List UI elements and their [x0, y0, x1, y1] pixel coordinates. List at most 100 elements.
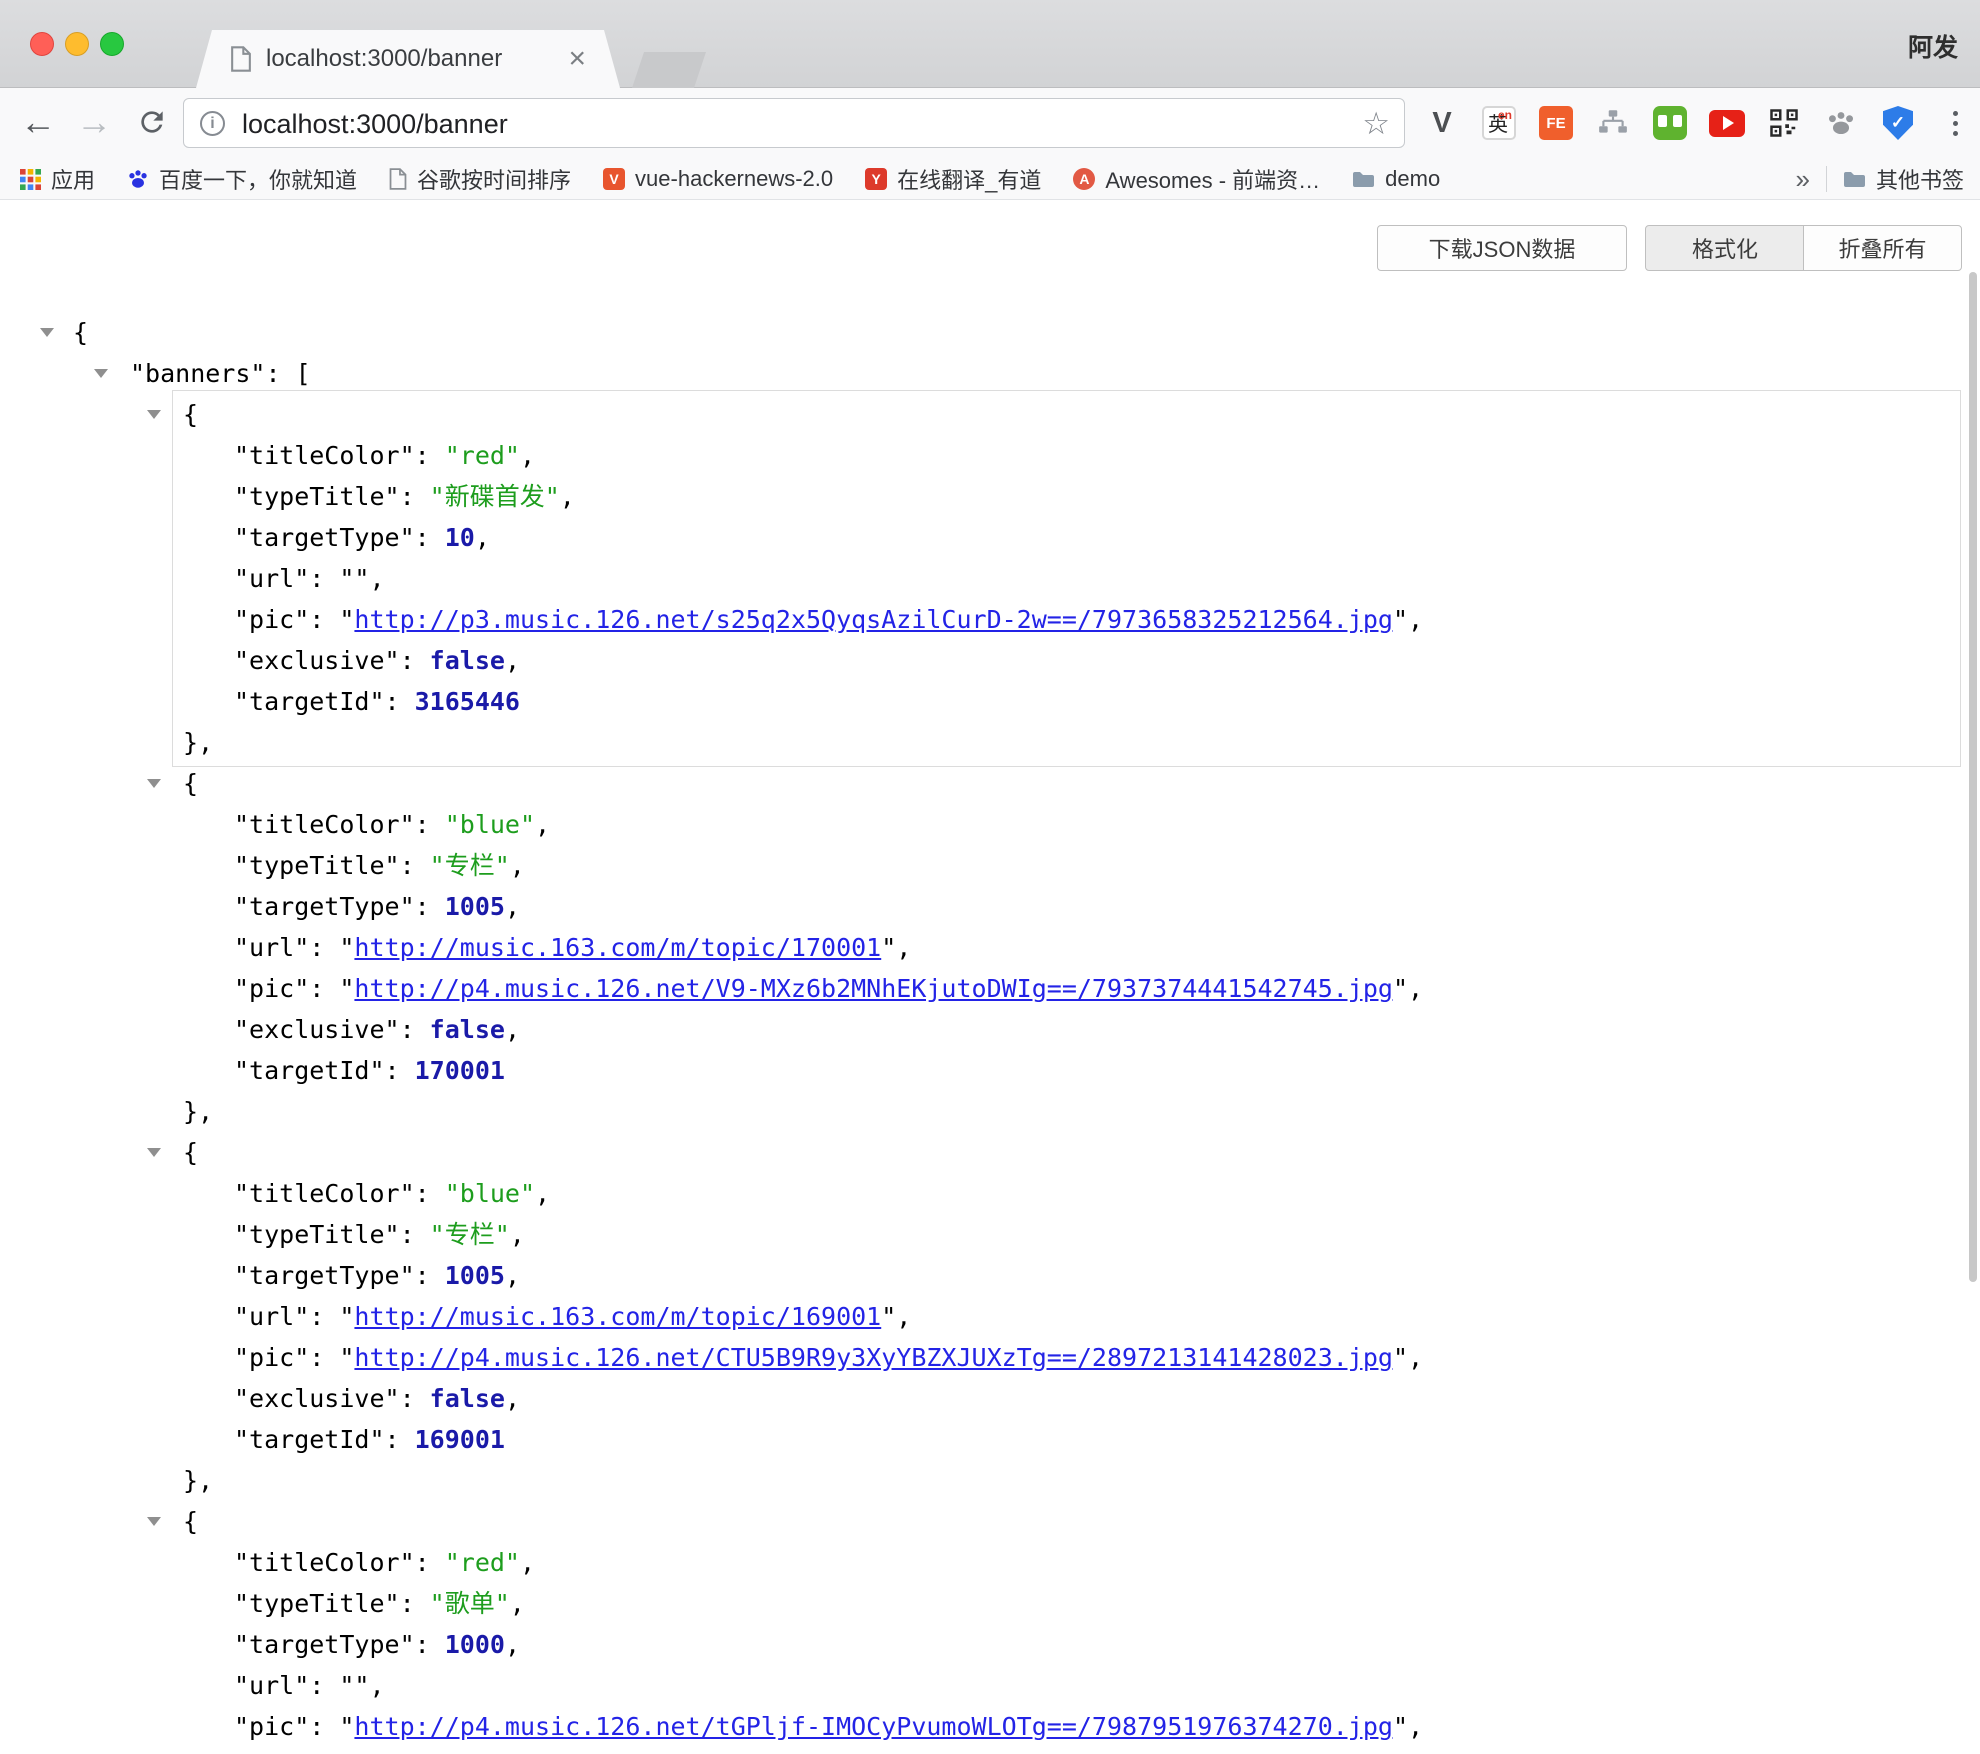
- bookmark-google-sort[interactable]: 谷歌按时间排序: [389, 163, 571, 195]
- json-text: "pic":: [234, 1712, 339, 1741]
- json-value: "blue": [445, 810, 535, 839]
- json-value: 3165446: [415, 687, 520, 716]
- kebab-menu-icon: [1953, 111, 1958, 136]
- json-text: },: [183, 728, 213, 757]
- json-text: "typeTitle":: [234, 1220, 430, 1249]
- json-link[interactable]: http://p4.music.126.net/V9-MXz6b2MNhEKju…: [354, 974, 1393, 1003]
- youtube-extension-icon[interactable]: [1709, 105, 1745, 141]
- json-tree: {"banners": [{"titleColor": "red","typeT…: [0, 312, 1980, 1754]
- bookmark-label: vue-hackernews-2.0: [635, 166, 833, 192]
- json-text: {: [183, 769, 198, 798]
- json-text: ,: [535, 810, 550, 839]
- org-chart-extension-icon[interactable]: [1595, 105, 1631, 141]
- json-line: "typeTitle": "新碟首发",: [0, 476, 1980, 517]
- back-button[interactable]: ←: [14, 98, 62, 146]
- json-link[interactable]: http://p3.music.126.net/s25q2x5QyqsAzilC…: [354, 605, 1393, 634]
- paw-extension-icon[interactable]: [1823, 105, 1859, 141]
- site-info-icon[interactable]: i: [200, 111, 225, 136]
- json-text: ": [339, 933, 354, 962]
- collapse-arrow-icon[interactable]: [40, 328, 54, 337]
- bookmark-label: 应用: [51, 163, 95, 195]
- json-text: "url":: [234, 1671, 339, 1700]
- json-text: },: [183, 1466, 213, 1495]
- bookmark-vue-hackernews[interactable]: V vue-hackernews-2.0: [603, 166, 833, 192]
- a-badge-icon: A: [1073, 168, 1095, 190]
- json-line: "pic": "http://p4.music.126.net/tGPljf-I…: [0, 1706, 1980, 1747]
- json-text: "",: [339, 1671, 384, 1700]
- divider: [1826, 166, 1827, 192]
- json-text: "typeTitle":: [234, 1589, 430, 1618]
- json-link[interactable]: http://music.163.com/m/topic/169001: [354, 1302, 881, 1331]
- json-text: ,: [510, 1220, 525, 1249]
- json-text: "targetType":: [234, 1261, 445, 1290]
- json-text: ": [339, 1712, 354, 1741]
- chrome-menu-button[interactable]: [1937, 105, 1973, 141]
- bookmark-awesomes[interactable]: A Awesomes - 前端资…: [1073, 163, 1320, 195]
- json-text: "targetId":: [234, 1056, 415, 1085]
- extension-icons: V 英 en FE: [1424, 105, 1973, 141]
- json-text: "exclusive":: [234, 646, 430, 675]
- collapse-arrow-icon[interactable]: [147, 1148, 161, 1157]
- json-text: "url":: [234, 933, 339, 962]
- other-bookmarks[interactable]: 其他书签: [1843, 163, 1964, 195]
- json-link[interactable]: http://music.163.com/m/topic/170001: [354, 933, 881, 962]
- json-text: ,: [520, 1548, 535, 1577]
- json-text: ,: [475, 523, 490, 552]
- json-value: "red": [445, 441, 520, 470]
- address-bar[interactable]: i localhost:3000/banner ☆: [183, 98, 1405, 148]
- folder-icon: [1352, 170, 1375, 189]
- json-text: ,: [510, 851, 525, 880]
- json-line: "banners": [: [0, 353, 1980, 394]
- json-line: },: [0, 1460, 1980, 1501]
- json-line: "titleColor": "blue",: [0, 1173, 1980, 1214]
- forward-button[interactable]: →: [70, 98, 118, 146]
- json-value: 1005: [445, 1261, 505, 1290]
- page-favicon-icon: [230, 46, 252, 72]
- bookmark-youdao-translate[interactable]: Y 在线翻译_有道: [865, 163, 1041, 195]
- collapse-arrow-icon[interactable]: [147, 1517, 161, 1526]
- bookmark-apps[interactable]: 应用: [20, 163, 95, 195]
- json-link[interactable]: http://p4.music.126.net/tGPljf-IMOCyPvum…: [354, 1712, 1393, 1741]
- browser-tab[interactable]: localhost:3000/banner ×: [196, 30, 620, 88]
- vimium-extension-icon[interactable]: V: [1424, 105, 1460, 141]
- json-value: false: [430, 1015, 505, 1044]
- json-text: {: [73, 318, 88, 347]
- bookmarks-overflow-chevron[interactable]: »: [1796, 164, 1810, 195]
- json-line: "titleColor": "red",: [0, 435, 1980, 476]
- json-text: "url":: [234, 1302, 339, 1331]
- tab-strip: localhost:3000/banner × 阿发: [0, 0, 1980, 88]
- browser-chrome: ← → i localhost:3000/banner ☆ V 英: [0, 88, 1980, 200]
- json-text: "targetId":: [234, 1425, 415, 1454]
- collapse-arrow-icon[interactable]: [147, 410, 161, 419]
- profile-name[interactable]: 阿发: [1908, 28, 1958, 64]
- qrcode-extension-icon[interactable]: [1766, 105, 1802, 141]
- json-value: "歌单": [430, 1589, 510, 1618]
- reload-button[interactable]: [128, 98, 176, 146]
- json-line: "url": "",: [0, 1665, 1980, 1706]
- close-window-button[interactable]: [30, 32, 54, 56]
- json-text: ",: [1393, 974, 1423, 1003]
- json-text: ,: [505, 1015, 520, 1044]
- scrollbar-thumb[interactable]: [1969, 272, 1977, 1282]
- bookmark-star-icon[interactable]: ☆: [1362, 106, 1390, 142]
- json-line: "url": "http://music.163.com/m/topic/170…: [0, 927, 1980, 968]
- minimize-window-button[interactable]: [65, 32, 89, 56]
- bookmark-baidu[interactable]: 百度一下，你就知道: [127, 163, 357, 195]
- new-tab-button[interactable]: [632, 52, 706, 88]
- json-text: "typeTitle":: [234, 482, 430, 511]
- json-text: "banners": [: [130, 359, 311, 388]
- fe-extension-icon[interactable]: FE: [1538, 105, 1574, 141]
- collapse-arrow-icon[interactable]: [147, 779, 161, 788]
- json-text: ,: [505, 1261, 520, 1290]
- bookmark-demo-folder[interactable]: demo: [1352, 166, 1440, 192]
- json-link[interactable]: http://p4.music.126.net/CTU5B9R9y3XyYBZX…: [354, 1343, 1393, 1372]
- json-text: ,: [505, 646, 520, 675]
- zoom-window-button[interactable]: [100, 32, 124, 56]
- security-shield-extension-icon[interactable]: ✓: [1880, 105, 1916, 141]
- tab-close-icon[interactable]: ×: [568, 44, 586, 74]
- collapse-arrow-icon[interactable]: [94, 369, 108, 378]
- tampermonkey-extension-icon[interactable]: [1652, 105, 1688, 141]
- translate-extension-icon[interactable]: 英 en: [1481, 105, 1517, 141]
- json-text: ,: [510, 1589, 525, 1618]
- json-text: "pic":: [234, 974, 339, 1003]
